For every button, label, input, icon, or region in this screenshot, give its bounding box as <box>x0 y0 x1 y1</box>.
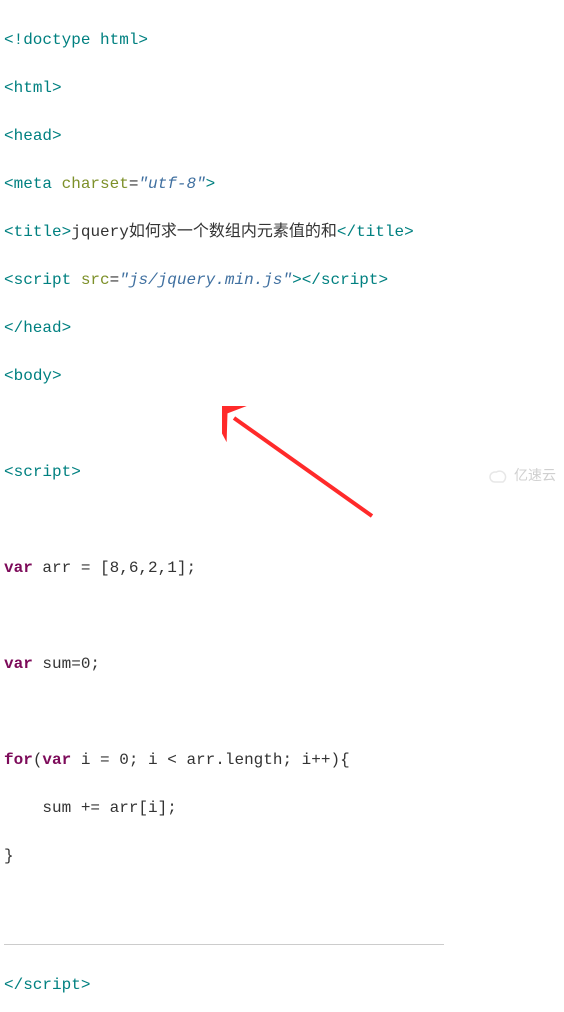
code-block: <!doctype html> <html> <head> <meta char… <box>0 0 564 1012</box>
code-line: <html> <box>4 76 560 100</box>
code-line: <body> <box>4 364 560 388</box>
blank-line <box>4 604 560 628</box>
separator-line <box>4 944 444 945</box>
code-line: <script> <box>4 460 560 484</box>
code-line: <!doctype html> <box>4 28 560 52</box>
code-line: for(var i = 0; i < arr.length; i++){ <box>4 748 560 772</box>
code-line: <meta charset="utf-8"> <box>4 172 560 196</box>
code-line: <script src="js/jquery.min.js"></script> <box>4 268 560 292</box>
blank-line <box>4 700 560 724</box>
code-line: <head> <box>4 124 560 148</box>
code-line: var sum=0; <box>4 652 560 676</box>
blank-line <box>4 892 560 916</box>
blank-line <box>4 412 560 436</box>
code-line: </script> <box>4 973 560 997</box>
code-line: sum += arr[i]; <box>4 796 560 820</box>
code-line: var arr = [8,6,2,1]; <box>4 556 560 580</box>
code-line: </head> <box>4 316 560 340</box>
blank-line <box>4 508 560 532</box>
code-line: } <box>4 844 560 868</box>
code-line: <title>jquery如何求一个数组内元素值的和</title> <box>4 220 560 244</box>
